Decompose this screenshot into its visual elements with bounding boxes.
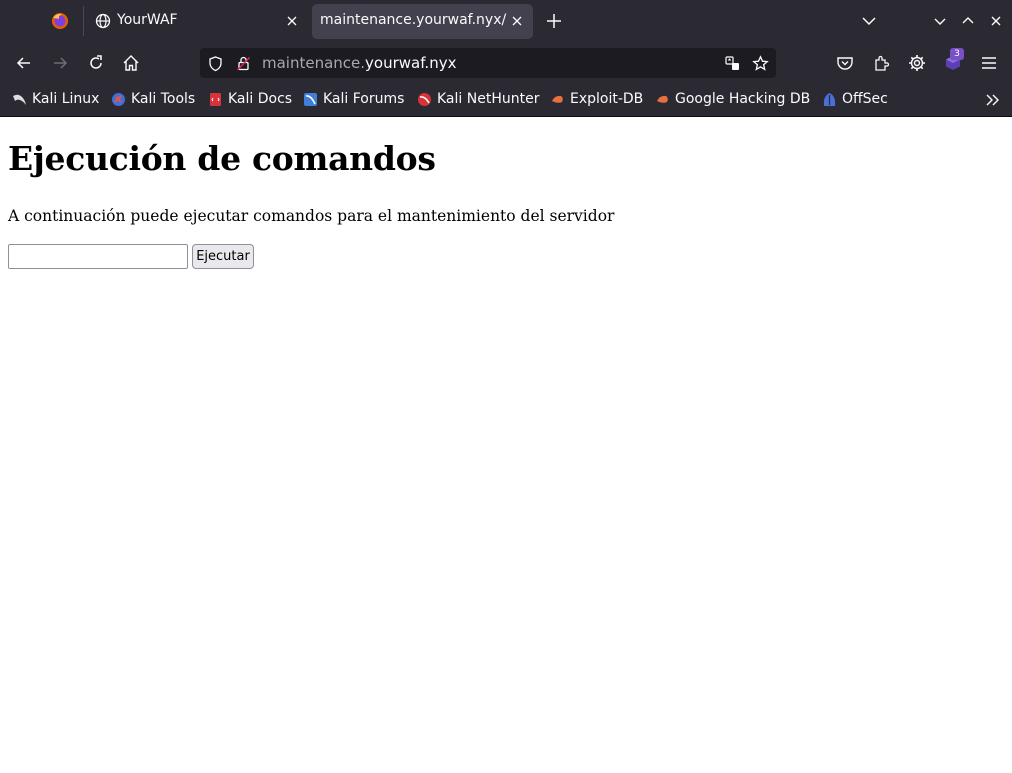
- execute-button[interactable]: Ejecutar: [192, 244, 254, 269]
- extension-badge: 3: [950, 48, 964, 60]
- home-icon[interactable]: [121, 53, 141, 73]
- bookmark-label: Kali Forums: [323, 91, 405, 107]
- navigation-toolbar: maintenance.yourwaf.nyx 3: [0, 43, 1012, 83]
- kali-docs-icon: [210, 93, 221, 106]
- list-all-tabs-icon[interactable]: [860, 12, 878, 30]
- tab-title: maintenance.yourwaf.nyx/: [320, 12, 507, 28]
- tab-yourwaf[interactable]: YourWAF: [86, 4, 308, 39]
- bookmark-label: Google Hacking DB: [675, 91, 811, 107]
- url-subdomain: maintenance.: [262, 54, 366, 72]
- back-icon[interactable]: [14, 53, 34, 73]
- minimize-icon[interactable]: [931, 12, 949, 30]
- nethunter-icon: [418, 93, 431, 106]
- globe-icon: [95, 13, 111, 29]
- pocket-icon[interactable]: [835, 53, 855, 73]
- kali-forums-icon: [304, 93, 317, 106]
- bookmark-star-icon[interactable]: [752, 55, 769, 72]
- shield-icon[interactable]: [207, 55, 224, 72]
- bookmark-label: Kali Tools: [131, 91, 196, 107]
- firefox-view-icon[interactable]: [50, 11, 70, 31]
- hamburger-menu-icon[interactable]: [979, 53, 999, 73]
- kali-tools-icon: [112, 93, 125, 106]
- bookmark-label: Kali Linux: [32, 91, 100, 107]
- forward-icon[interactable]: [50, 53, 70, 73]
- exploit-db-icon: [552, 95, 563, 103]
- reload-icon[interactable]: [86, 53, 106, 73]
- bookmark-label: Kali NetHunter: [437, 91, 540, 107]
- url-host: yourwaf.nyx: [365, 54, 457, 72]
- bookmarks-toolbar: Kali Linux Kali Tools Kali Docs Kali For…: [0, 83, 1012, 117]
- maximize-icon[interactable]: [959, 12, 977, 30]
- bookmark-label: Exploit-DB: [570, 91, 644, 107]
- tab-strip: YourWAF maintenance.yourwaf.nyx/: [0, 0, 1012, 43]
- tab-title: YourWAF: [117, 12, 178, 28]
- bookmark-label: OffSec: [842, 91, 888, 107]
- page-description: A continuación puede ejecutar comandos p…: [8, 207, 615, 225]
- settings-gear-icon[interactable]: [907, 53, 927, 73]
- tab-separator: [83, 6, 84, 36]
- kali-dragon-icon: [13, 94, 26, 105]
- tab-maintenance[interactable]: maintenance.yourwaf.nyx/: [312, 4, 533, 39]
- page-content: Ejecución de comandos A continuación pue…: [0, 117, 1012, 773]
- ghdb-icon: [657, 95, 668, 103]
- bookmark-label: Kali Docs: [228, 91, 293, 107]
- chevron-double-right-icon[interactable]: [984, 91, 1002, 109]
- extensions-icon[interactable]: [871, 53, 891, 73]
- close-icon[interactable]: [509, 13, 525, 29]
- new-tab-icon[interactable]: [544, 11, 564, 31]
- insecure-lock-icon[interactable]: [235, 55, 252, 72]
- url-bar[interactable]: maintenance.yourwaf.nyx: [200, 48, 776, 78]
- offsec-icon: [823, 93, 836, 106]
- close-icon[interactable]: [284, 13, 300, 29]
- command-input[interactable]: [8, 244, 188, 269]
- translate-icon[interactable]: [724, 55, 741, 72]
- page-title: Ejecución de comandos: [8, 139, 436, 178]
- window-close-icon[interactable]: [987, 12, 1005, 30]
- url-text[interactable]: maintenance.yourwaf.nyx: [262, 54, 456, 72]
